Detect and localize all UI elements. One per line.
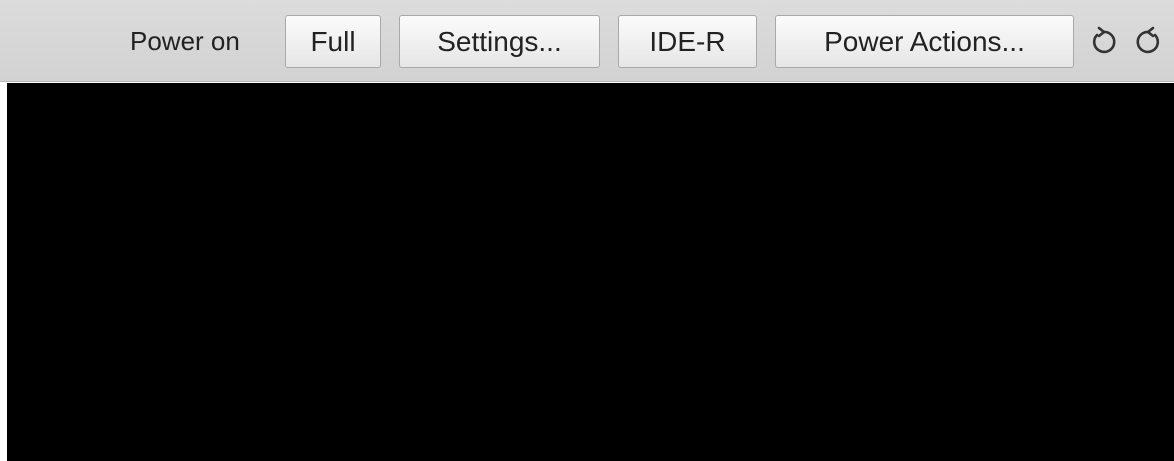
rotate-clockwise-icon[interactable] bbox=[1133, 26, 1165, 58]
console-toolbar: Power on Full Settings... IDE-R Power Ac… bbox=[0, 0, 1174, 82]
settings-button[interactable]: Settings... bbox=[399, 15, 600, 68]
ide-r-button[interactable]: IDE-R bbox=[618, 15, 757, 68]
power-actions-button[interactable]: Power Actions... bbox=[775, 15, 1074, 68]
remote-display-screen[interactable] bbox=[7, 83, 1174, 461]
remote-console-window: Power on Full Settings... IDE-R Power Ac… bbox=[0, 0, 1174, 461]
full-button[interactable]: Full bbox=[285, 15, 381, 68]
rotate-counterclockwise-icon[interactable] bbox=[1087, 26, 1119, 58]
power-status-label: Power on bbox=[130, 26, 240, 56]
